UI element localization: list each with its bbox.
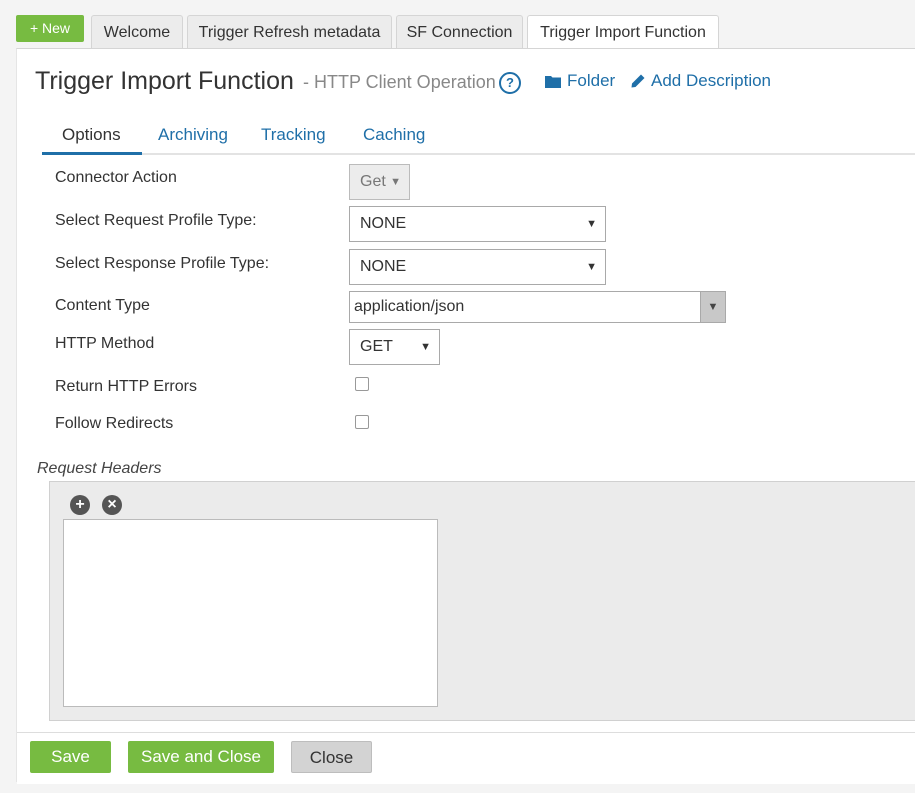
subtab-tracking[interactable]: Tracking bbox=[261, 125, 326, 145]
tab-trigger-refresh-metadata[interactable]: Trigger Refresh metadata bbox=[187, 15, 392, 49]
dropdown-arrow-icon: ▼ bbox=[586, 218, 597, 230]
request-profile-value: NONE bbox=[360, 215, 407, 232]
http-method-label: HTTP Method bbox=[55, 335, 155, 352]
dropdown-arrow-icon: ▼ bbox=[420, 341, 431, 353]
http-method-value: GET bbox=[360, 338, 393, 355]
content-type-combobox[interactable]: application/json ▼ bbox=[349, 291, 726, 323]
subtab-active-indicator bbox=[42, 152, 142, 155]
add-description-label: Add Description bbox=[651, 71, 772, 90]
save-button[interactable]: Save bbox=[30, 741, 111, 773]
response-profile-value: NONE bbox=[360, 258, 407, 275]
request-headers-list[interactable] bbox=[63, 519, 438, 707]
operation-panel: Trigger Import Function - HTTP Client Op… bbox=[16, 48, 915, 784]
connector-action-label: Connector Action bbox=[55, 169, 177, 186]
request-profile-label: Select Request Profile Type: bbox=[55, 212, 257, 229]
folder-link-label: Folder bbox=[567, 71, 616, 90]
return-http-errors-label: Return HTTP Errors bbox=[55, 378, 197, 395]
help-icon[interactable]: ? bbox=[499, 72, 521, 94]
tab-sf-connection[interactable]: SF Connection bbox=[396, 15, 523, 49]
dropdown-arrow-icon: ▼ bbox=[390, 176, 401, 188]
tab-trigger-import-function[interactable]: Trigger Import Function bbox=[527, 15, 719, 50]
connector-action-value: Get bbox=[360, 173, 386, 190]
page-subtitle: - HTTP Client Operation bbox=[303, 72, 496, 92]
page-title: Trigger Import Function bbox=[35, 67, 294, 95]
close-button[interactable]: Close bbox=[291, 741, 372, 773]
footer-bar: Save Save and Close Close bbox=[17, 732, 915, 784]
request-profile-select[interactable]: NONE ▼ bbox=[349, 206, 606, 242]
tab-welcome[interactable]: Welcome bbox=[91, 15, 183, 49]
dropdown-arrow-icon: ▼ bbox=[586, 261, 597, 273]
content-type-label: Content Type bbox=[55, 297, 150, 314]
return-http-errors-checkbox[interactable] bbox=[355, 377, 369, 391]
request-headers-panel: + × bbox=[49, 481, 915, 721]
add-icon[interactable]: + bbox=[70, 495, 90, 515]
new-button[interactable]: + New bbox=[16, 15, 84, 42]
dropdown-arrow-icon[interactable]: ▼ bbox=[700, 292, 725, 322]
subtab-divider bbox=[42, 153, 915, 155]
subtab-options[interactable]: Options bbox=[62, 125, 121, 145]
subtab-archiving[interactable]: Archiving bbox=[158, 125, 228, 145]
request-headers-label: Request Headers bbox=[37, 460, 162, 477]
add-description-link[interactable]: Add Description bbox=[631, 71, 771, 91]
remove-icon[interactable]: × bbox=[102, 495, 122, 515]
http-method-select[interactable]: GET ▼ bbox=[349, 329, 440, 365]
content-type-value[interactable]: application/json bbox=[354, 298, 464, 315]
follow-redirects-checkbox[interactable] bbox=[355, 415, 369, 429]
subtab-caching[interactable]: Caching bbox=[363, 125, 425, 145]
follow-redirects-label: Follow Redirects bbox=[55, 415, 174, 432]
folder-link[interactable]: Folder bbox=[545, 71, 615, 91]
folder-icon bbox=[545, 76, 561, 88]
pencil-icon bbox=[631, 74, 645, 88]
save-and-close-button[interactable]: Save and Close bbox=[128, 741, 274, 773]
response-profile-select[interactable]: NONE ▼ bbox=[349, 249, 606, 285]
top-tab-bar: + New Welcome Trigger Refresh metadata S… bbox=[0, 0, 915, 50]
response-profile-label: Select Response Profile Type: bbox=[55, 255, 270, 272]
connector-action-select[interactable]: Get ▼ bbox=[349, 164, 410, 200]
